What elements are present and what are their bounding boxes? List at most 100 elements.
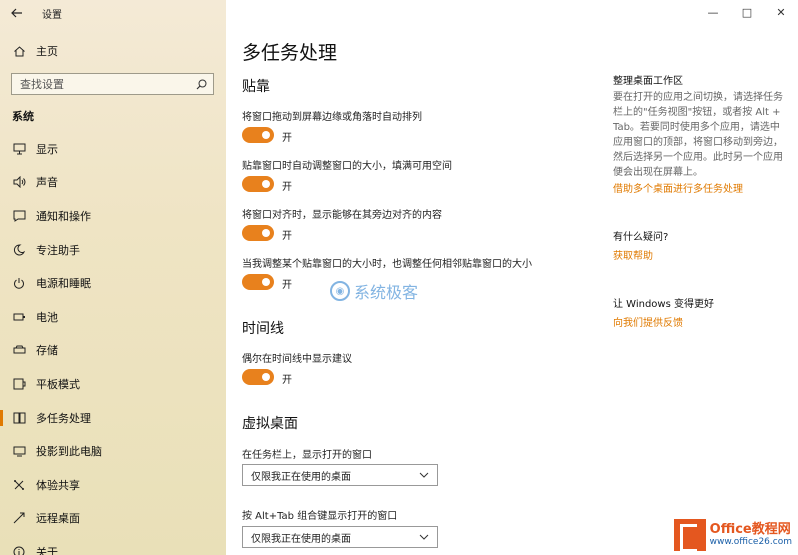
close-button[interactable]: ✕: [764, 0, 798, 24]
timeline-heading: 时间线: [242, 321, 284, 337]
info-icon: [12, 545, 26, 555]
sidebar-item-label: 体验共享: [36, 478, 80, 492]
remote-icon: [12, 511, 26, 525]
toggle-state: 开: [282, 375, 292, 386]
improve-title: 让 Windows 变得更好: [613, 299, 714, 310]
back-arrow-icon: [11, 8, 22, 18]
sidebar-item-remote-desktop[interactable]: 远程桌面: [0, 502, 226, 536]
watermark-center: ◉ 系统极客: [330, 279, 418, 303]
notification-icon: [12, 209, 26, 223]
sidebar-item-label: 电源和睡眠: [36, 277, 91, 291]
snap-resize-fill-toggle[interactable]: [242, 176, 274, 192]
sidebar-item-label: 存储: [36, 344, 58, 358]
maximize-button[interactable]: □: [730, 0, 764, 24]
storage-icon: [12, 343, 26, 357]
virtual-desktops-heading: 虚拟桌面: [242, 416, 298, 432]
multiple-desktops-link[interactable]: 借助多个桌面进行多任务处理: [613, 180, 743, 195]
snap-assist-toggle[interactable]: [242, 225, 274, 241]
minimize-icon: —: [707, 5, 719, 19]
sidebar-item-label: 通知和操作: [36, 209, 91, 223]
snap-adjacent-resize-toggle[interactable]: [242, 274, 274, 290]
search-input[interactable]: 查找设置: [11, 73, 214, 95]
battery-icon: [12, 310, 26, 324]
back-button[interactable]: [0, 0, 34, 26]
sidebar-item-tablet-mode[interactable]: 平板模式: [0, 367, 226, 401]
monitor-icon: [12, 142, 26, 156]
sidebar-item-label: 远程桌面: [36, 512, 80, 526]
sidebar-item-project[interactable]: 投影到此电脑: [0, 434, 226, 468]
snap-option-label: 当我调整某个贴靠窗口的大小时，也调整任何相邻贴靠窗口的大小: [242, 259, 532, 270]
watermark-site-url: www.office26.com: [709, 537, 792, 547]
moon-icon: [12, 243, 26, 257]
tablet-icon: [12, 377, 26, 391]
search-icon: [196, 79, 207, 89]
section-label: 系统: [12, 110, 34, 123]
sidebar-item-shared-experiences[interactable]: 体验共享: [0, 468, 226, 502]
watermark-text: 系统极客: [354, 283, 419, 302]
power-icon: [12, 276, 26, 290]
sidebar-item-display[interactable]: 显示: [0, 132, 226, 166]
dropdown-value: 仅限我正在使用的桌面: [251, 533, 351, 545]
sidebar-nav: 显示 声音 通知和操作 专注助手 电源和睡眠 电池 存储 平板模式 多任务处理 …: [0, 132, 226, 555]
speaker-icon: [12, 175, 26, 189]
sidebar-item-about[interactable]: 关于: [0, 535, 226, 555]
main-pane: — □ ✕ 多任务处理 贴靠 将窗口拖动到屏幕边缘或角落时自动排列 开 贴靠窗口…: [226, 0, 798, 555]
sidebar-item-label: 声音: [36, 176, 58, 190]
page-title: 多任务处理: [242, 42, 338, 64]
alt-tab-dropdown[interactable]: 仅限我正在使用的桌面: [242, 526, 438, 548]
dropdown-value: 仅限我正在使用的桌面: [251, 471, 351, 483]
window-controls: — □ ✕: [696, 0, 798, 24]
watermark-logo-icon: ◉: [330, 281, 350, 301]
share-icon: [12, 478, 26, 492]
watermark-corner: Office教程网 www.office26.com: [673, 519, 792, 552]
toggle-state: 开: [282, 182, 292, 193]
sidebar-home-label: 主页: [36, 45, 58, 58]
get-help-link[interactable]: 获取帮助: [613, 247, 653, 262]
chevron-down-icon: [419, 472, 429, 478]
project-icon: [12, 444, 26, 458]
toggle-state: 开: [282, 133, 292, 144]
maximize-icon: □: [741, 5, 753, 19]
taskbar-windows-dropdown[interactable]: 仅限我正在使用的桌面: [242, 464, 438, 486]
timeline-suggestions-toggle[interactable]: [242, 369, 274, 385]
minimize-button[interactable]: —: [696, 0, 730, 24]
sidebar-item-label: 平板模式: [36, 377, 80, 391]
sidebar-item-label: 专注助手: [36, 243, 80, 257]
feedback-link[interactable]: 向我们提供反馈: [613, 314, 683, 329]
sidebar-item-label: 多任务处理: [36, 411, 91, 425]
sidebar-item-multitasking[interactable]: 多任务处理: [0, 401, 226, 435]
sidebar-item-focus-assist[interactable]: 专注助手: [0, 233, 226, 267]
arrange-description: 要在打开的应用之间切换，请选择任务栏上的"任务视图"按钮，或者按 Alt + T…: [613, 92, 783, 178]
app-title: 设置: [42, 9, 62, 21]
office-logo-icon: [673, 519, 706, 552]
toggle-state: 开: [282, 231, 292, 242]
sidebar: 设置 主页 查找设置 系统 显示 声音 通知和操作 专注助手 电源和睡眠 电池 …: [0, 0, 226, 555]
watermark-site-name: Office教程网: [709, 522, 791, 537]
snap-option-label: 将窗口拖动到屏幕边缘或角落时自动排列: [242, 112, 422, 123]
question-title: 有什么疑问?: [613, 232, 669, 243]
search-placeholder: 查找设置: [20, 78, 64, 91]
snap-option-label: 贴靠窗口时自动调整窗口的大小，填满可用空间: [242, 161, 452, 172]
arrange-title: 整理桌面工作区: [613, 76, 683, 87]
sidebar-item-sound[interactable]: 声音: [0, 166, 226, 200]
timeline-option-label: 偶尔在时间线中显示建议: [242, 354, 352, 365]
multitask-icon: [12, 411, 26, 425]
chevron-down-icon: [419, 534, 429, 540]
sidebar-item-home[interactable]: 主页: [0, 40, 226, 62]
title-bar: 设置: [0, 0, 226, 26]
close-icon: ✕: [776, 5, 786, 19]
snap-option-label: 将窗口对齐时，显示能够在其旁边对齐的内容: [242, 210, 442, 221]
sidebar-item-label: 投影到此电脑: [36, 445, 102, 459]
sidebar-item-notifications[interactable]: 通知和操作: [0, 199, 226, 233]
sidebar-item-storage[interactable]: 存储: [0, 334, 226, 368]
sidebar-item-power[interactable]: 电源和睡眠: [0, 266, 226, 300]
snap-heading: 贴靠: [242, 79, 270, 95]
sidebar-item-label: 电池: [36, 310, 58, 324]
alt-tab-label: 按 Alt+Tab 组合键显示打开的窗口: [242, 511, 398, 522]
snap-auto-arrange-toggle[interactable]: [242, 127, 274, 143]
sidebar-item-label: 关于: [36, 545, 58, 555]
toggle-state: 开: [282, 280, 292, 291]
taskbar-windows-label: 在任务栏上，显示打开的窗口: [242, 450, 372, 461]
sidebar-item-label: 显示: [36, 142, 58, 156]
sidebar-item-battery[interactable]: 电池: [0, 300, 226, 334]
